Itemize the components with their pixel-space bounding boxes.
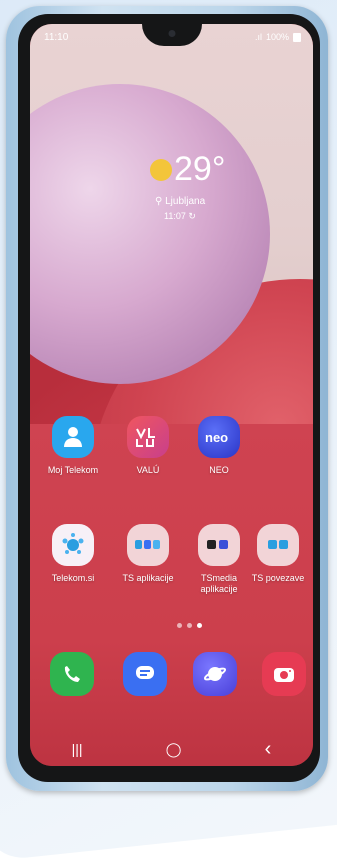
location: ⚲ Ljubljana (155, 196, 205, 207)
location-pin-icon: ⚲ (155, 196, 163, 207)
folder-ts-povezave[interactable]: TS povezave (245, 524, 311, 584)
phone-icon (50, 652, 94, 696)
back-button[interactable]: ‹ (265, 738, 272, 761)
page-indicator (177, 621, 237, 629)
refresh-icon: ↻ (188, 211, 196, 221)
sun-icon (150, 159, 172, 181)
folder-icon (257, 524, 299, 566)
svg-text:neo: neo (205, 430, 228, 444)
app-neo[interactable]: neo NEO (186, 416, 252, 476)
dock-camera[interactable] (262, 652, 306, 703)
internet-icon (193, 652, 237, 696)
battery-percent: 100% (265, 32, 289, 42)
app-label: TSmedia aplikacije (200, 573, 238, 594)
weather-time-value: 11:07 (164, 211, 186, 221)
telekom-dots-icon (52, 524, 94, 566)
app-label: VALÚ (136, 465, 160, 475)
dock-phone[interactable] (50, 652, 94, 703)
recents-button[interactable]: ||| (72, 741, 83, 757)
status-time: 11:10 (44, 31, 69, 43)
app-label: Telekom.si (51, 573, 95, 583)
dock-internet[interactable] (193, 652, 237, 703)
home-screen: 11:10 .ıl 100% 29° ⚲ Ljubljana 11:07 ↻ M… (30, 24, 313, 766)
valu-logo-icon (127, 416, 169, 458)
folder-ts-aplikacije[interactable]: TS aplikacije (115, 524, 181, 584)
signal-icon: .ıl (254, 32, 262, 42)
status-bar: 11:10 .ıl 100% (44, 30, 301, 44)
battery-icon (293, 32, 301, 42)
neo-logo-icon: neo (198, 416, 240, 458)
folder-tsmedia-aplikacije[interactable]: TSmedia aplikacije (186, 524, 252, 595)
navigation-bar: ||| ◯ ‹ (30, 732, 313, 766)
app-telekom-si[interactable]: Telekom.si (40, 524, 106, 584)
messages-icon (123, 652, 167, 696)
app-label: Moj Telekom (47, 465, 99, 475)
folder-icon (127, 524, 169, 566)
person-icon (52, 416, 94, 458)
temperature: 29° (174, 150, 226, 188)
home-button[interactable]: ◯ (166, 741, 182, 758)
page-dot (187, 623, 192, 628)
location-name: Ljubljana (165, 196, 206, 207)
dock-messages[interactable] (123, 652, 167, 703)
page-dot-active (197, 623, 202, 628)
app-label: TS aplikacije (122, 573, 174, 583)
weather-time: 11:07 ↻ (164, 211, 196, 222)
app-valu[interactable]: VALÚ (115, 416, 181, 476)
app-label: NEO (209, 465, 229, 475)
page-dot (177, 623, 182, 628)
app-moj-telekom[interactable]: Moj Telekom (40, 416, 106, 476)
app-label: TS povezave (251, 573, 305, 583)
folder-icon (198, 524, 240, 566)
camera-icon (262, 652, 306, 696)
